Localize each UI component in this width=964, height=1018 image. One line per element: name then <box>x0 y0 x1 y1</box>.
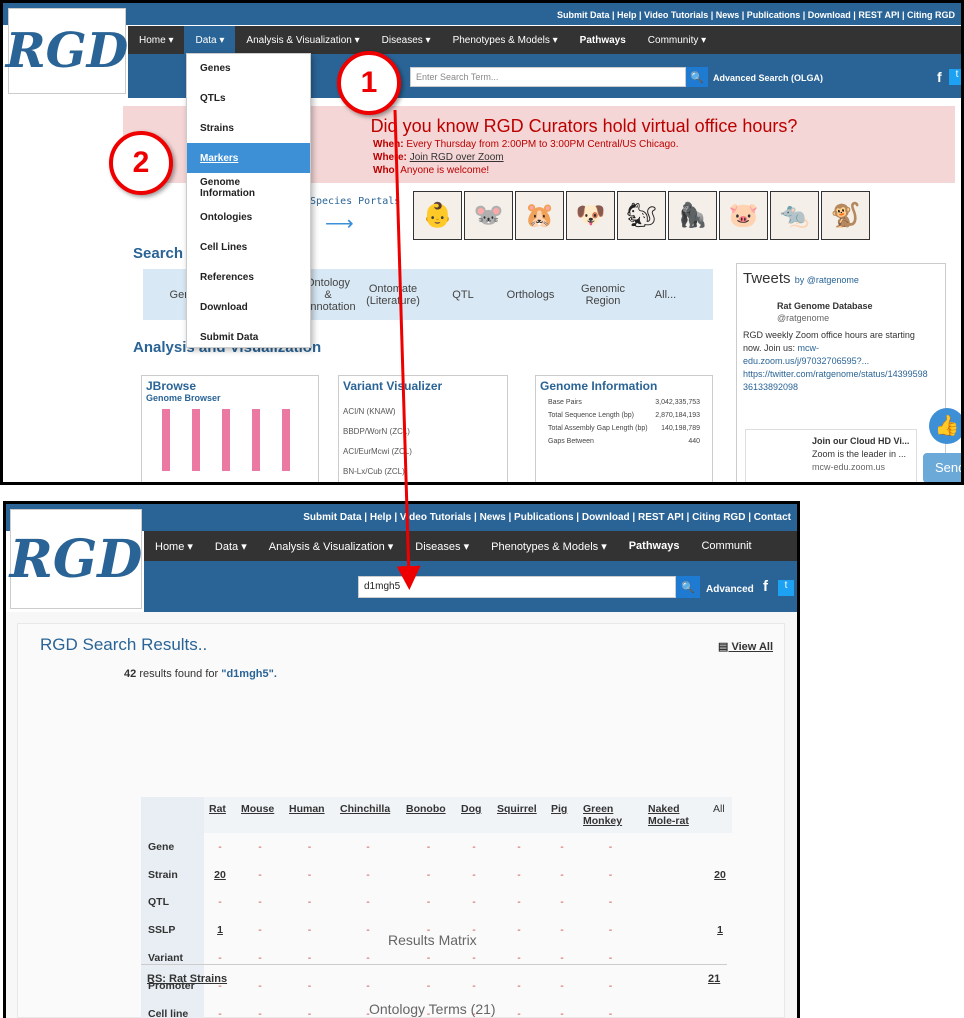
annotation-arrow <box>393 109 421 590</box>
